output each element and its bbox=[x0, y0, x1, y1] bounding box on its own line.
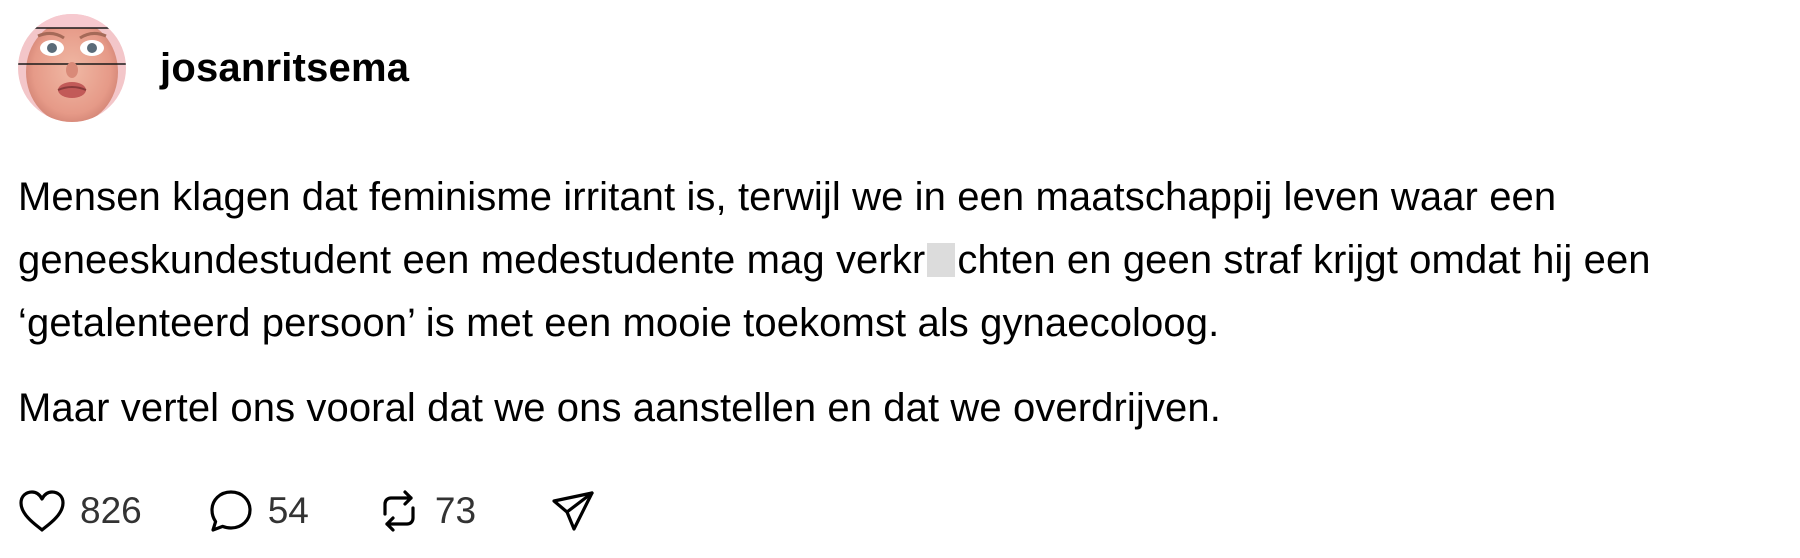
like-button[interactable]: 826 bbox=[18, 489, 142, 533]
share-button[interactable] bbox=[550, 489, 596, 533]
avatar[interactable] bbox=[18, 14, 126, 122]
heart-icon bbox=[19, 490, 65, 532]
censor-block bbox=[927, 243, 956, 277]
post-card: josanritsema Mensen klagen dat feminisme… bbox=[0, 0, 1800, 558]
post-header: josanritsema bbox=[18, 14, 409, 122]
like-count: 826 bbox=[80, 490, 142, 531]
post-paragraph-1: Mensen klagen dat feminisme irritant is,… bbox=[18, 166, 1788, 355]
post-paragraph-2: Maar vertel ons vooral dat we ons aanste… bbox=[18, 386, 1221, 430]
reply-button[interactable]: 54 bbox=[208, 488, 309, 534]
action-bar: 826 54 73 bbox=[18, 488, 596, 534]
post-body: Mensen klagen dat feminisme irritant is,… bbox=[18, 166, 1788, 440]
avatar-image bbox=[18, 14, 126, 122]
repost-count: 73 bbox=[434, 490, 477, 531]
send-icon bbox=[552, 491, 594, 531]
speech-bubble-icon bbox=[210, 490, 252, 532]
repost-icon bbox=[383, 490, 415, 532]
reply-count: 54 bbox=[267, 490, 309, 531]
username[interactable]: josanritsema bbox=[160, 46, 409, 91]
repost-button[interactable]: 73 bbox=[377, 488, 476, 534]
